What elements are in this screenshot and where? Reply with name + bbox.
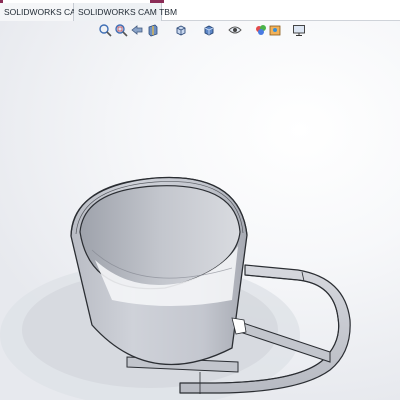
zoom-to-area-icon[interactable] bbox=[114, 23, 128, 37]
tab-solidworks-cam-tbm[interactable]: SOLIDWORKS CAM TBM bbox=[74, 3, 177, 21]
zoom-to-fit-icon[interactable] bbox=[98, 23, 112, 37]
command-manager-tabs: SOLIDWORKS CAM SOLIDWORKS CAM TBM bbox=[0, 0, 400, 21]
view-settings-icon[interactable] bbox=[292, 23, 306, 37]
section-view-icon[interactable] bbox=[146, 23, 160, 37]
edit-appearance-icon[interactable] bbox=[254, 23, 268, 37]
display-style-icon[interactable] bbox=[202, 23, 216, 37]
tab-solidworks-cam[interactable]: SOLIDWORKS CAM bbox=[0, 3, 83, 21]
hide-show-items-icon[interactable] bbox=[228, 23, 242, 37]
apply-scene-icon[interactable] bbox=[268, 23, 282, 37]
view-orientation-icon[interactable] bbox=[174, 23, 188, 37]
heads-up-view-toolbar bbox=[94, 22, 310, 40]
part-model-3d[interactable] bbox=[0, 0, 400, 400]
graphics-area[interactable]: SOLIDWORKS CAM SOLIDWORKS CAM TBM bbox=[0, 0, 400, 400]
previous-view-icon[interactable] bbox=[130, 23, 144, 37]
